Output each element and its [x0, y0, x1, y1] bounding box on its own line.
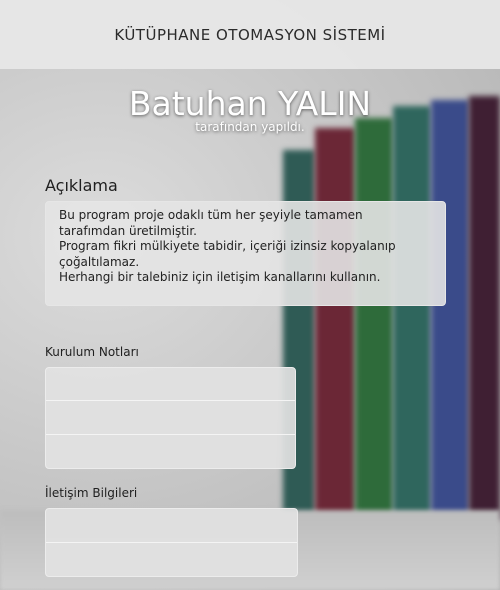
setup-note-field[interactable]	[46, 368, 295, 402]
description-line: çoğaltılamaz.	[59, 254, 140, 269]
author-subtitle: tarafından yapıldı.	[195, 120, 305, 134]
author-name: Batuhan YALIN	[128, 84, 372, 123]
description-line: Herhangi bir talebiniz için iletişim kan…	[59, 270, 381, 284]
description-line: tarafımdan üretilmiştir.	[59, 223, 197, 238]
description-line: Bu program proje odaklı tüm her şeyiyle …	[59, 208, 363, 222]
app-header: KÜTÜPHANE OTOMASYON SİSTEMİ	[0, 0, 500, 69]
contact-info-field[interactable]	[46, 543, 297, 577]
description-label: Açıklama	[45, 176, 118, 195]
setup-note-field[interactable]	[46, 435, 295, 468]
description-line: Program fikri mülkiyete tabidir, içeriği…	[59, 239, 396, 253]
contact-info-list	[45, 508, 298, 577]
author-block: Batuhan YALIN tarafından yapıldı.	[0, 84, 500, 134]
app-title: KÜTÜPHANE OTOMASYON SİSTEMİ	[114, 25, 386, 44]
contact-info-label: İletişim Bilgileri	[45, 486, 138, 500]
setup-notes-label: Kurulum Notları	[45, 345, 139, 359]
setup-note-field[interactable]	[46, 401, 295, 435]
contact-info-field[interactable]	[46, 509, 297, 543]
setup-notes-list	[45, 367, 296, 469]
description-box: Bu program proje odaklı tüm her şeyiyle …	[45, 201, 446, 306]
